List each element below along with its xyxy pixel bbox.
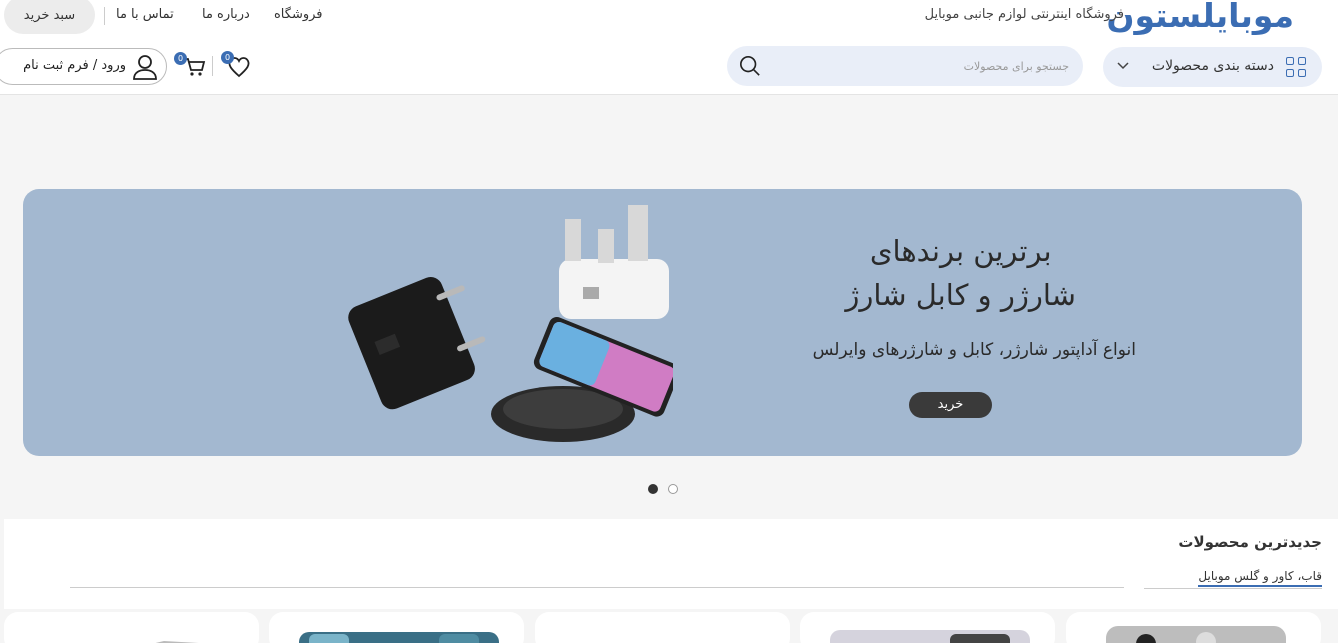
login-label: ورود / فرم ثبت نام bbox=[23, 58, 126, 73]
site-logo[interactable]: موبایلستون bbox=[1106, 0, 1295, 35]
banner-buy-button[interactable]: خرید bbox=[909, 392, 992, 418]
product-card[interactable] bbox=[535, 612, 790, 643]
login-button[interactable]: ورود / فرم ثبت نام bbox=[0, 48, 167, 85]
categories-label: دسته بندی محصولات bbox=[1151, 58, 1274, 74]
product-image bbox=[155, 640, 200, 643]
section-tab-underline bbox=[1144, 588, 1322, 589]
nav-link-about[interactable]: درباره ما bbox=[202, 7, 250, 22]
hero-banner[interactable]: برترین برندهای شارژر و کابل شارژ انواع آ… bbox=[23, 189, 1302, 456]
slider-dot-1[interactable] bbox=[648, 484, 658, 494]
product-card[interactable] bbox=[269, 612, 524, 643]
tab-phone-cases[interactable]: قاب، کاور و گلس موبایل bbox=[1198, 569, 1322, 587]
product-card[interactable] bbox=[800, 612, 1055, 643]
chevron-down-icon bbox=[1117, 60, 1129, 73]
product-image bbox=[1106, 626, 1286, 643]
wishlist-button[interactable]: 0 bbox=[221, 51, 253, 82]
grid-icon bbox=[1286, 57, 1306, 77]
charger-products-image bbox=[348, 205, 673, 442]
wishlist-badge: 0 bbox=[221, 51, 234, 64]
product-image bbox=[555, 624, 770, 643]
search-icon[interactable] bbox=[739, 55, 761, 77]
categories-dropdown[interactable]: دسته بندی محصولات bbox=[1103, 47, 1322, 87]
section-title: جدیدترین محصولات bbox=[1178, 533, 1322, 551]
banner-subtitle: انواع آداپتور شارژر، کابل و شارژرهای وای… bbox=[812, 340, 1136, 360]
cart-badge: 0 bbox=[174, 52, 187, 65]
search-input[interactable] bbox=[789, 55, 1069, 77]
banner-title-line1: برترین برندهای bbox=[869, 234, 1052, 268]
product-image bbox=[299, 632, 499, 643]
icons-divider bbox=[212, 56, 213, 76]
cart-icon-button[interactable]: 0 bbox=[174, 52, 208, 82]
user-icon bbox=[133, 55, 157, 80]
search-bar bbox=[727, 46, 1083, 86]
banner-title-line2: شارژر و کابل شارژ bbox=[845, 278, 1076, 312]
section-divider bbox=[70, 587, 1124, 588]
nav-divider bbox=[104, 7, 105, 25]
product-card[interactable] bbox=[1066, 612, 1321, 643]
nav-link-shop[interactable]: فروشگاه bbox=[274, 7, 323, 22]
site-tagline: فروشگاه اینترنتی لوازم جانبی موبایل bbox=[924, 7, 1124, 22]
banner-title: برترین برندهای شارژر و کابل شارژ bbox=[845, 229, 1076, 317]
nav-link-contact[interactable]: تماس با ما bbox=[116, 7, 174, 22]
latest-products-section: جدیدترین محصولات قاب، کاور و گلس موبایل bbox=[4, 519, 1338, 609]
slider-dot-2[interactable] bbox=[668, 484, 678, 494]
product-card[interactable] bbox=[4, 612, 259, 643]
cart-button[interactable]: سبد خرید bbox=[4, 0, 95, 34]
slider-dots bbox=[648, 484, 684, 496]
product-image bbox=[830, 630, 1030, 643]
header: موبایلستون فروشگاه اینترنتی لوازم جانبی … bbox=[0, 0, 1338, 95]
product-cards bbox=[0, 612, 1338, 643]
